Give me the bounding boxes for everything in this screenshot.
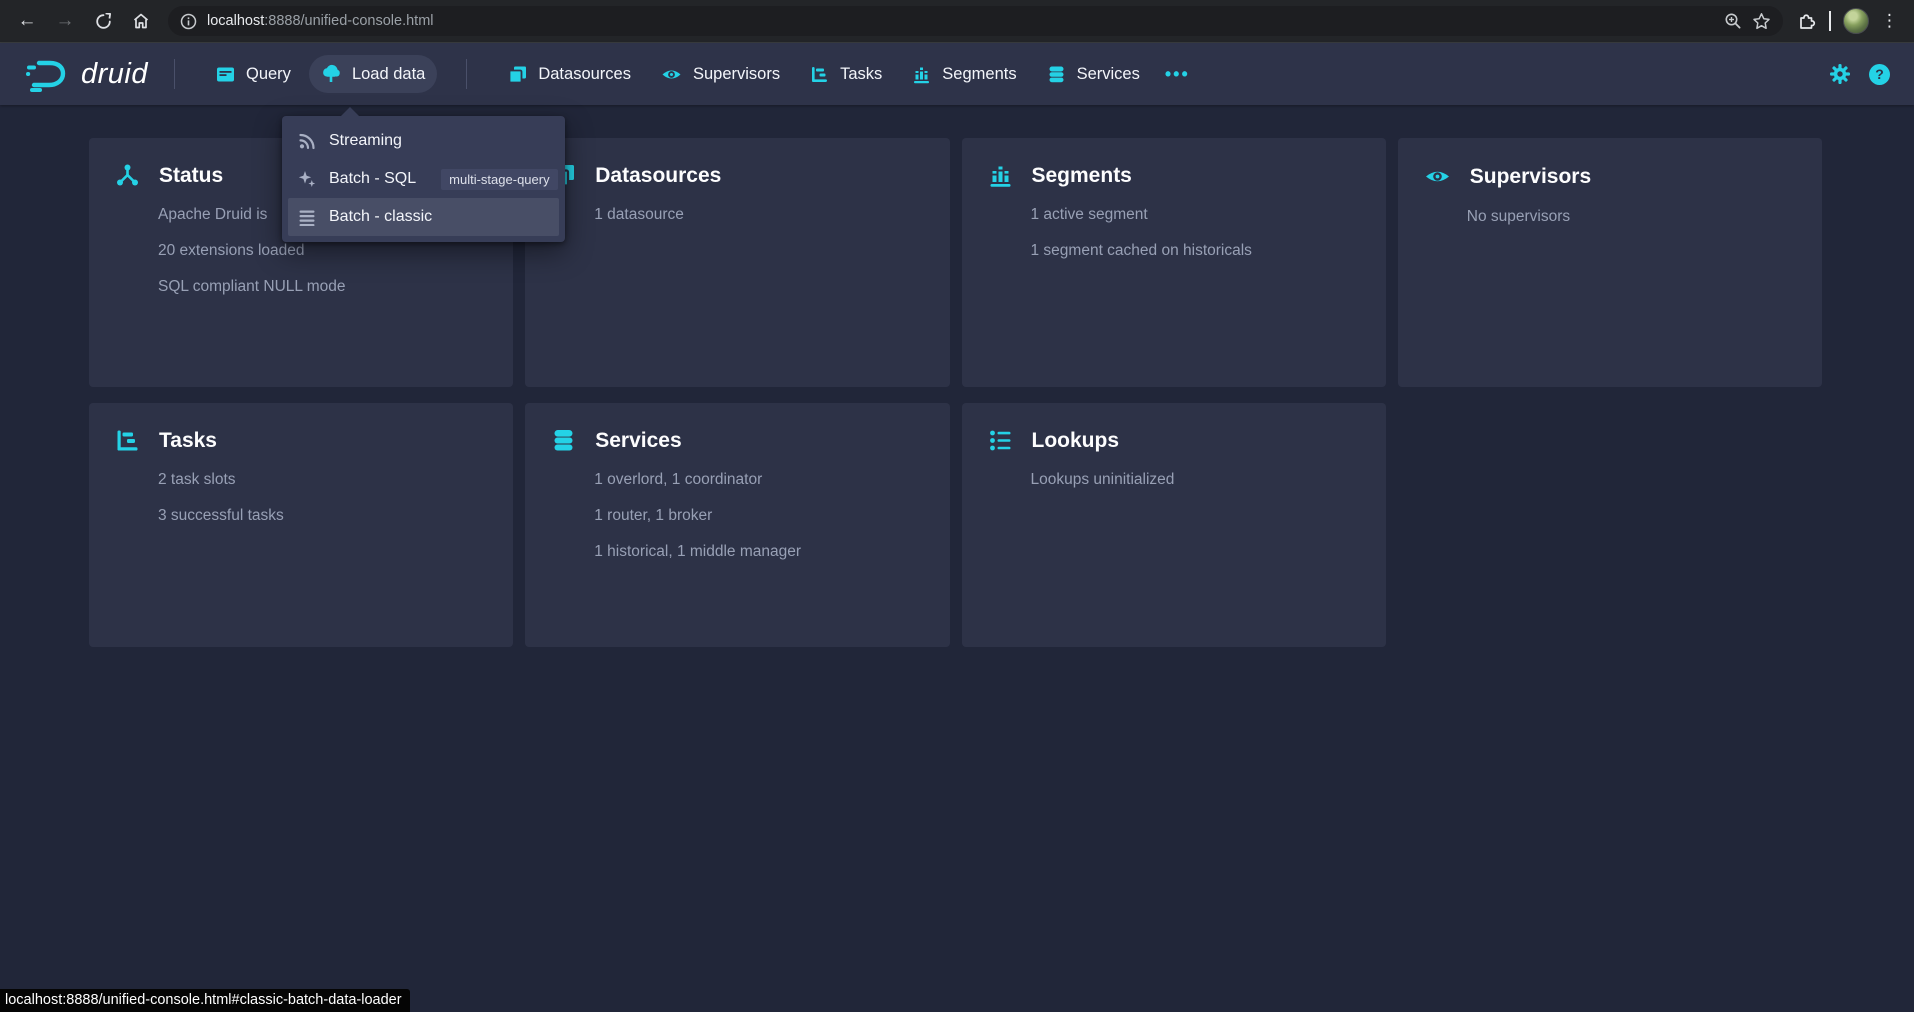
sparkles-icon — [298, 170, 316, 188]
help-icon[interactable]: ? — [1869, 64, 1890, 85]
card-title: Supervisors — [1470, 165, 1591, 189]
bar-chart-icon — [988, 163, 1013, 188]
nav-item-label: Supervisors — [693, 65, 780, 84]
gear-icon[interactable] — [1829, 63, 1851, 85]
bookmark-star-icon[interactable] — [1752, 12, 1771, 31]
nav-item-label: Segments — [942, 65, 1016, 84]
nav-item-datasources[interactable]: Datasources — [496, 56, 643, 93]
menu-item-batch-sql[interactable]: Batch - SQL multi-stage-query — [288, 160, 559, 198]
card-line: Lookups uninitialized — [1031, 471, 1360, 489]
info-icon[interactable] — [180, 13, 197, 30]
card-title: Datasources — [595, 164, 721, 188]
druid-logo-icon — [25, 56, 71, 92]
card-line: No supervisors — [1467, 208, 1796, 226]
navbar-divider — [466, 59, 467, 89]
node-graph-icon — [115, 163, 140, 188]
card-title: Tasks — [159, 429, 217, 453]
cloud-upload-icon — [321, 64, 341, 84]
url-path: :8888/unified-console.html — [264, 13, 433, 29]
popover-arrow — [340, 107, 360, 117]
navbar-right: ? — [1829, 63, 1890, 85]
nav-item-label: Tasks — [840, 65, 882, 84]
gantt-icon — [810, 65, 829, 84]
menu-item-label: Batch - SQL — [329, 170, 416, 188]
navbar-divider — [174, 59, 175, 89]
menu-item-label: Streaming — [329, 132, 402, 150]
nav-item-query[interactable]: Query — [204, 56, 303, 93]
extensions-puzzle-icon[interactable] — [1797, 11, 1817, 31]
reload-icon[interactable] — [86, 4, 120, 38]
card-title: Status — [159, 164, 223, 188]
bullet-list-icon — [988, 428, 1013, 453]
menu-item-streaming[interactable]: Streaming — [288, 122, 559, 160]
datasources-card[interactable]: Datasources 1 datasource — [525, 138, 949, 387]
nav-item-load-data[interactable]: Load data — [309, 55, 437, 93]
nav-item-segments[interactable]: Segments — [900, 56, 1028, 93]
zoom-magnifier-icon[interactable] — [1724, 12, 1742, 30]
card-line: 3 successful tasks — [158, 507, 487, 525]
card-title: Lookups — [1032, 429, 1120, 453]
toolbar-divider — [1829, 11, 1831, 31]
tasks-card[interactable]: Tasks 2 task slots 3 successful tasks — [89, 403, 513, 647]
card-line: 20 extensions loaded — [158, 242, 487, 260]
load-data-menu: Streaming Batch - SQL multi-stage-query … — [282, 116, 565, 242]
back-icon[interactable]: ← — [10, 4, 44, 38]
card-line: 1 segment cached on historicals — [1031, 242, 1360, 260]
card-line: 1 historical, 1 middle manager — [594, 543, 923, 561]
nav-item-tasks[interactable]: Tasks — [798, 56, 894, 93]
multi-stage-query-tag: multi-stage-query — [441, 169, 557, 190]
nav-item-services[interactable]: Services — [1035, 56, 1152, 93]
bar-chart-icon — [912, 65, 931, 84]
card-title: Segments — [1032, 164, 1132, 188]
gantt-icon — [115, 428, 140, 453]
druid-navbar: druid Query Load data Datasources Superv… — [0, 43, 1914, 105]
card-line: 2 task slots — [158, 471, 487, 489]
druid-logo[interactable]: druid — [25, 56, 148, 92]
console-icon — [216, 65, 235, 84]
segments-card[interactable]: Segments 1 active segment 1 segment cach… — [962, 138, 1386, 387]
forward-icon[interactable]: → — [48, 4, 82, 38]
kebab-menu-icon[interactable]: ⋮ — [1881, 11, 1898, 31]
card-line: 1 router, 1 broker — [594, 507, 923, 525]
nav-item-label: Datasources — [538, 65, 631, 84]
profile-avatar[interactable] — [1843, 8, 1869, 34]
menu-item-batch-classic[interactable]: Batch - classic — [288, 198, 559, 236]
more-menu-icon[interactable]: ••• — [1155, 55, 1200, 94]
nav-item-label: Query — [246, 65, 291, 84]
card-line: SQL compliant NULL mode — [158, 278, 487, 296]
feed-icon — [298, 132, 316, 150]
address-bar[interactable]: localhost:8888/unified-console.html — [168, 6, 1783, 36]
card-line: 1 overlord, 1 coordinator — [594, 471, 923, 489]
url-text: localhost:8888/unified-console.html — [207, 13, 1714, 29]
services-card[interactable]: Services 1 overlord, 1 coordinator 1 rou… — [525, 403, 949, 647]
menu-item-label: Batch - classic — [329, 208, 432, 226]
database-icon — [551, 428, 576, 453]
stacked-lines-icon — [298, 208, 316, 226]
supervisors-card[interactable]: Supervisors No supervisors — [1398, 138, 1822, 387]
card-title: Services — [595, 429, 681, 453]
link-preview-statusbar: localhost:8888/unified-console.html#clas… — [0, 989, 410, 1012]
stacked-panels-icon — [508, 65, 527, 84]
druid-logo-text: druid — [81, 58, 148, 91]
url-host: localhost — [207, 13, 264, 29]
card-line: 1 datasource — [594, 206, 923, 224]
eye-icon — [1424, 163, 1451, 190]
nav-item-supervisors[interactable]: Supervisors — [649, 55, 792, 94]
browser-toolbar: ← → localhost:8888/unified-console.html … — [0, 0, 1914, 43]
browser-controls: ⋮ — [1797, 8, 1904, 34]
home-icon[interactable] — [124, 4, 158, 38]
nav-item-label: Load data — [352, 65, 425, 84]
lookups-card[interactable]: Lookups Lookups uninitialized — [962, 403, 1386, 647]
eye-icon — [661, 64, 682, 85]
card-line: 1 active segment — [1031, 206, 1360, 224]
database-icon — [1047, 65, 1066, 84]
nav-item-label: Services — [1077, 65, 1140, 84]
